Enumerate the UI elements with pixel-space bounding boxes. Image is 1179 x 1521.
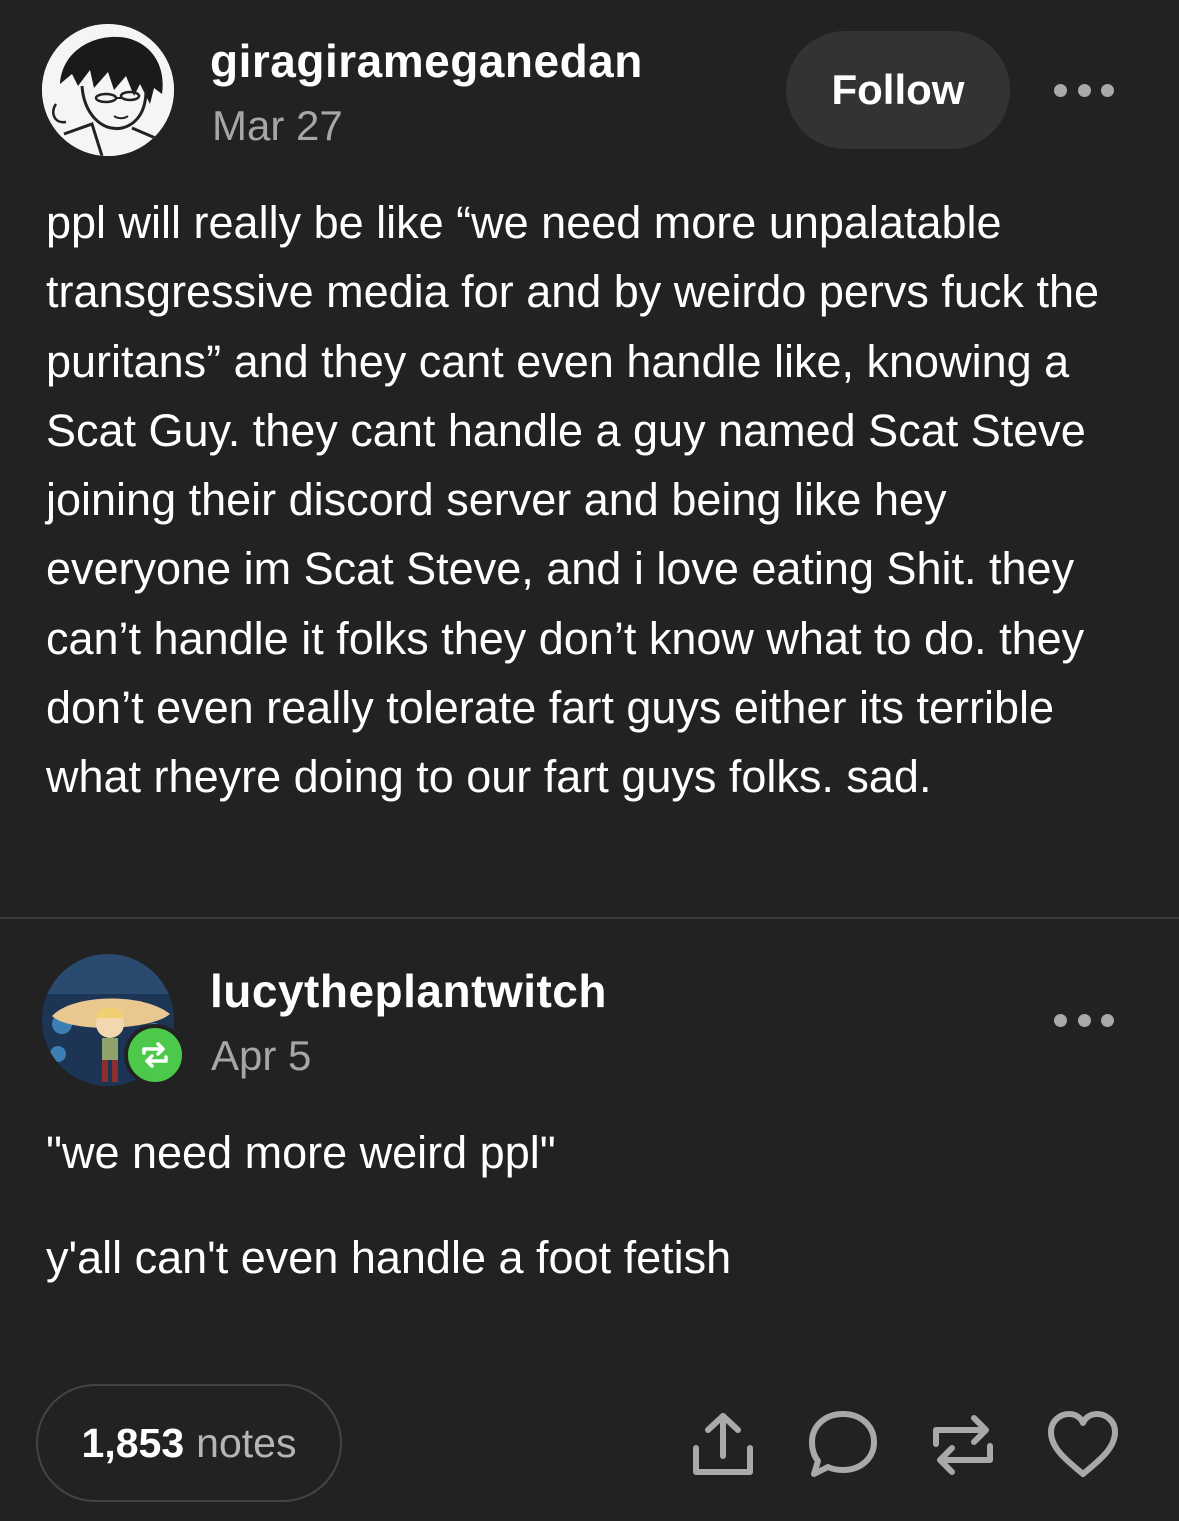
reblog-badge-icon <box>124 1024 186 1086</box>
follow-button[interactable]: Follow <box>786 31 1010 149</box>
reblog-paragraph: "we need more weird ppl" <box>46 1127 556 1178</box>
avatar-giragirameganedan[interactable] <box>42 24 174 156</box>
comment-icon[interactable] <box>806 1408 880 1482</box>
heart-icon[interactable] <box>1046 1408 1120 1482</box>
post-card: giragirameganedan Mar 27 Follow ppl will… <box>0 0 1179 1521</box>
reblog-paragraph: y'all can't even handle a foot fetish <box>46 1232 732 1283</box>
notes-button[interactable]: 1,853 notes <box>36 1384 342 1502</box>
original-post-text: ppl will really be like “we need more un… <box>46 197 1112 803</box>
share-icon[interactable] <box>686 1408 760 1482</box>
post-divider <box>0 917 1179 919</box>
reblog-icon[interactable] <box>926 1408 1000 1482</box>
avatar-illustration <box>42 24 174 156</box>
reblog-username[interactable]: lucytheplantwitch <box>210 964 607 1018</box>
notes-count: 1,853 <box>81 1419 185 1466</box>
reblog-date: Apr 5 <box>211 1032 312 1079</box>
original-username[interactable]: giragirameganedan <box>210 34 643 88</box>
more-horizontal-icon[interactable] <box>1054 1010 1114 1030</box>
more-horizontal-icon[interactable] <box>1054 80 1114 100</box>
original-post-header: giragirameganedan Mar 27 Follow <box>0 0 1179 180</box>
original-post-date: Mar 27 <box>212 102 343 149</box>
notes-label: notes <box>196 1419 297 1466</box>
